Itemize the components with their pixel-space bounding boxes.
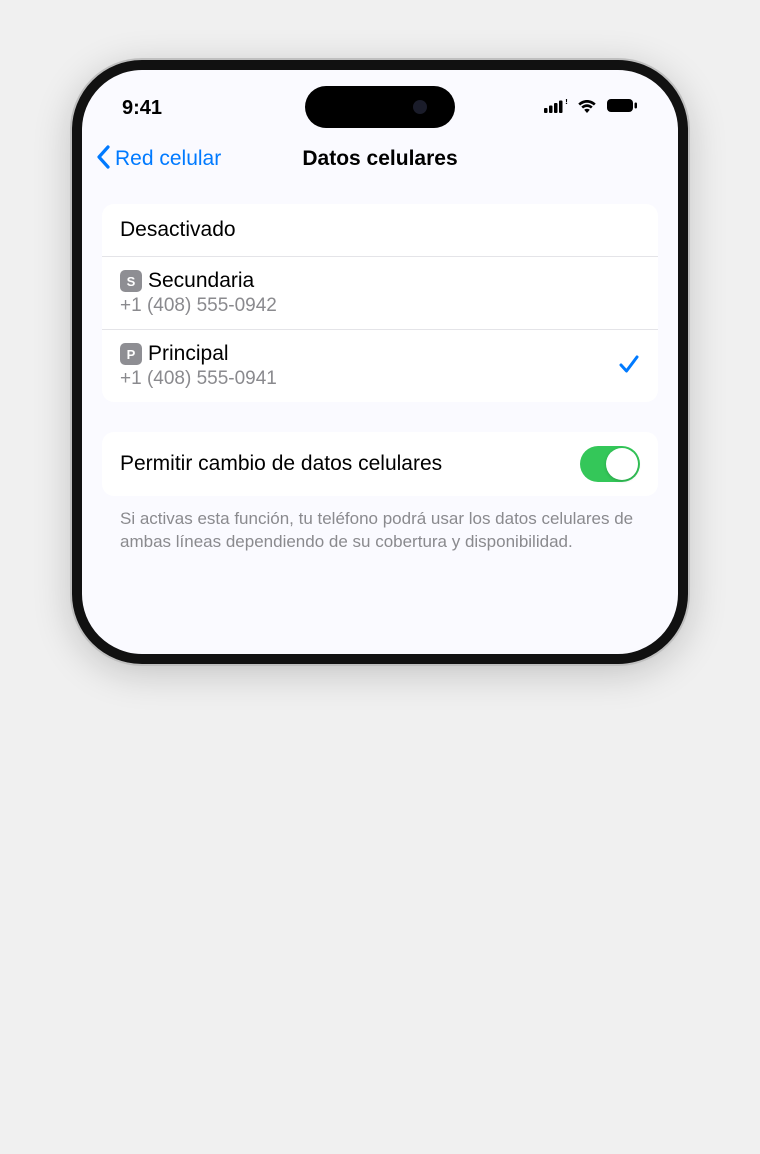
- line-badge-icon: S: [120, 270, 142, 292]
- svg-text:!: !: [565, 99, 568, 106]
- status-bar: 9:41 !: [82, 70, 678, 134]
- line-number: +1 (408) 555-0942: [120, 295, 277, 317]
- cellular-icon: !: [544, 99, 568, 118]
- allow-data-switch-row: Permitir cambio de datos celulares: [102, 432, 658, 496]
- page-title: Datos celulares: [302, 147, 457, 171]
- allow-data-switch[interactable]: [580, 446, 640, 482]
- line-name: Secundaria: [148, 269, 254, 293]
- checkmark-icon: [618, 353, 640, 380]
- line-info: S Secundaria +1 (408) 555-0942: [120, 269, 277, 317]
- battery-icon: [606, 98, 638, 118]
- lines-group: Desactivado S Secundaria +1 (408) 555-09…: [102, 204, 658, 402]
- line-info: P Principal +1 (408) 555-0941: [120, 342, 277, 390]
- line-badge-icon: P: [120, 343, 142, 365]
- back-label: Red celular: [115, 147, 221, 171]
- line-option-off[interactable]: Desactivado: [102, 204, 658, 257]
- status-icons: !: [544, 98, 638, 119]
- line-number: +1 (408) 555-0941: [120, 368, 277, 390]
- wifi-icon: [576, 98, 598, 119]
- back-button[interactable]: Red celular: [96, 144, 221, 175]
- switch-group: Permitir cambio de datos celulares: [102, 432, 658, 496]
- content: Desactivado S Secundaria +1 (408) 555-09…: [82, 184, 678, 554]
- chevron-left-icon: [96, 144, 111, 175]
- phone-frame: 9:41 ! Red celular Datos celulares D: [72, 60, 688, 664]
- line-name: Principal: [148, 342, 229, 366]
- line-off-label: Desactivado: [120, 218, 236, 242]
- line-option-secondary[interactable]: S Secundaria +1 (408) 555-0942: [102, 257, 658, 330]
- nav-bar: Red celular Datos celulares: [82, 134, 678, 184]
- status-time: 9:41: [122, 97, 162, 120]
- line-option-primary[interactable]: P Principal +1 (408) 555-0941: [102, 330, 658, 402]
- switch-label: Permitir cambio de datos celulares: [120, 452, 442, 476]
- switch-footer-text: Si activas esta función, tu teléfono pod…: [102, 502, 658, 554]
